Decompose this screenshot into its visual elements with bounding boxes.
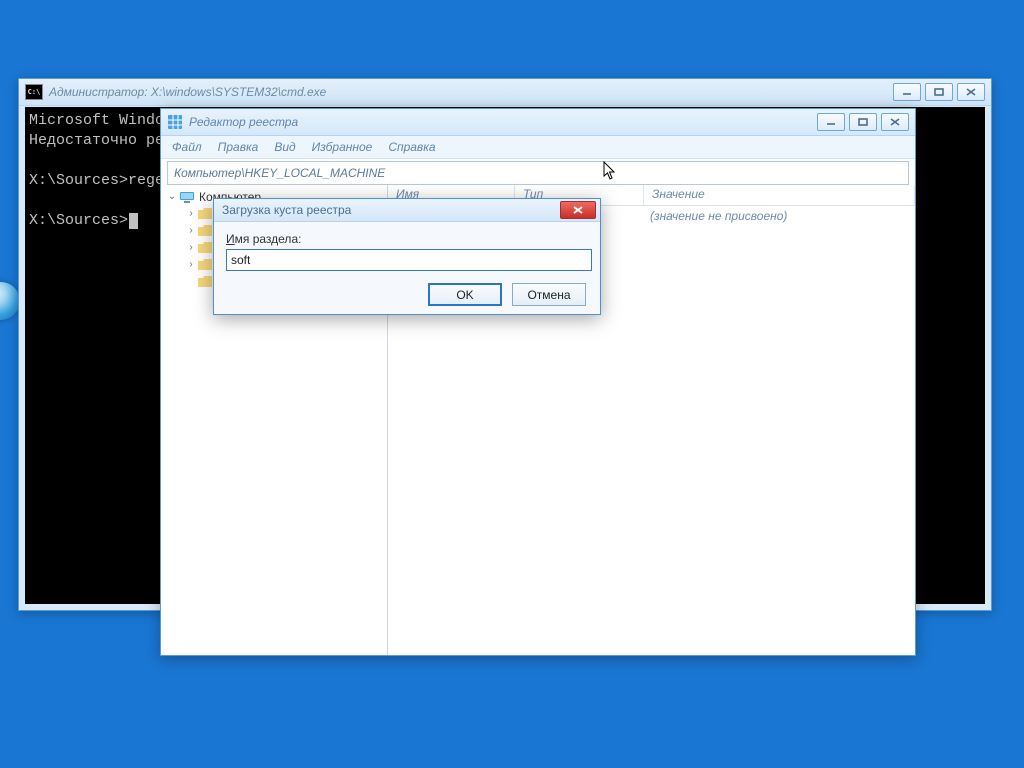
list-value: (значение не присвоено) <box>642 206 915 226</box>
dialog-title: Загрузка куста реестра <box>222 203 560 217</box>
menu-fav[interactable]: Избранное <box>305 138 380 156</box>
cmd-icon <box>25 84 43 100</box>
folder-icon <box>198 259 212 270</box>
menu-file[interactable]: Файл <box>165 138 209 156</box>
dialog-close-button[interactable] <box>560 201 596 219</box>
cmd-titlebar[interactable]: Администратор: X:\windows\SYSTEM32\cmd.e… <box>19 79 991 106</box>
cmd-minimize-button[interactable] <box>893 83 921 101</box>
folder-icon <box>198 208 212 219</box>
cmd-close-button[interactable] <box>957 83 985 101</box>
key-name-input[interactable] <box>226 249 592 271</box>
start-orb[interactable] <box>0 282 20 320</box>
ok-button[interactable]: OK <box>428 283 502 306</box>
tree-twisty-icon[interactable]: › <box>184 259 198 270</box>
tree-twisty-icon[interactable]: › <box>184 242 198 253</box>
regedit-minimize-button[interactable] <box>817 113 845 131</box>
regedit-address-bar[interactable]: Компьютер\HKEY_LOCAL_MACHINE <box>167 161 909 185</box>
regedit-menubar: Файл Правка Вид Избранное Справка <box>161 136 915 159</box>
cmd-line: X:\Sources> <box>29 212 128 229</box>
col-value[interactable]: Значение <box>644 185 915 205</box>
regedit-maximize-button[interactable] <box>849 113 877 131</box>
regedit-close-button[interactable] <box>881 113 909 131</box>
regedit-window: Редактор реестра Файл Правка Вид Избранн… <box>160 108 916 656</box>
cmd-title: Администратор: X:\windows\SYSTEM32\cmd.e… <box>49 85 893 99</box>
dialog-input-label: Имя раздела: <box>226 232 588 246</box>
folder-icon <box>198 225 212 236</box>
regedit-titlebar[interactable]: Редактор реестра <box>161 109 915 136</box>
dialog-titlebar[interactable]: Загрузка куста реестра <box>214 199 600 222</box>
tree-twisty-icon[interactable]: › <box>184 208 198 219</box>
cmd-maximize-button[interactable] <box>925 83 953 101</box>
menu-help[interactable]: Справка <box>381 138 442 156</box>
computer-icon <box>179 191 195 203</box>
regedit-title: Редактор реестра <box>189 115 817 129</box>
folder-icon <box>198 242 212 253</box>
cmd-cursor <box>129 213 138 229</box>
regedit-icon <box>167 114 183 130</box>
tree-twisty-open-icon[interactable]: ⌄ <box>165 191 179 202</box>
cancel-button[interactable]: Отмена <box>512 283 586 306</box>
menu-view[interactable]: Вид <box>267 138 302 156</box>
tree-twisty-icon[interactable]: › <box>184 225 198 236</box>
menu-edit[interactable]: Правка <box>211 138 266 156</box>
load-hive-dialog: Загрузка куста реестра Имя раздела: OK О… <box>213 198 601 315</box>
folder-icon <box>198 276 212 287</box>
tree-twisty-icon[interactable] <box>184 276 198 287</box>
